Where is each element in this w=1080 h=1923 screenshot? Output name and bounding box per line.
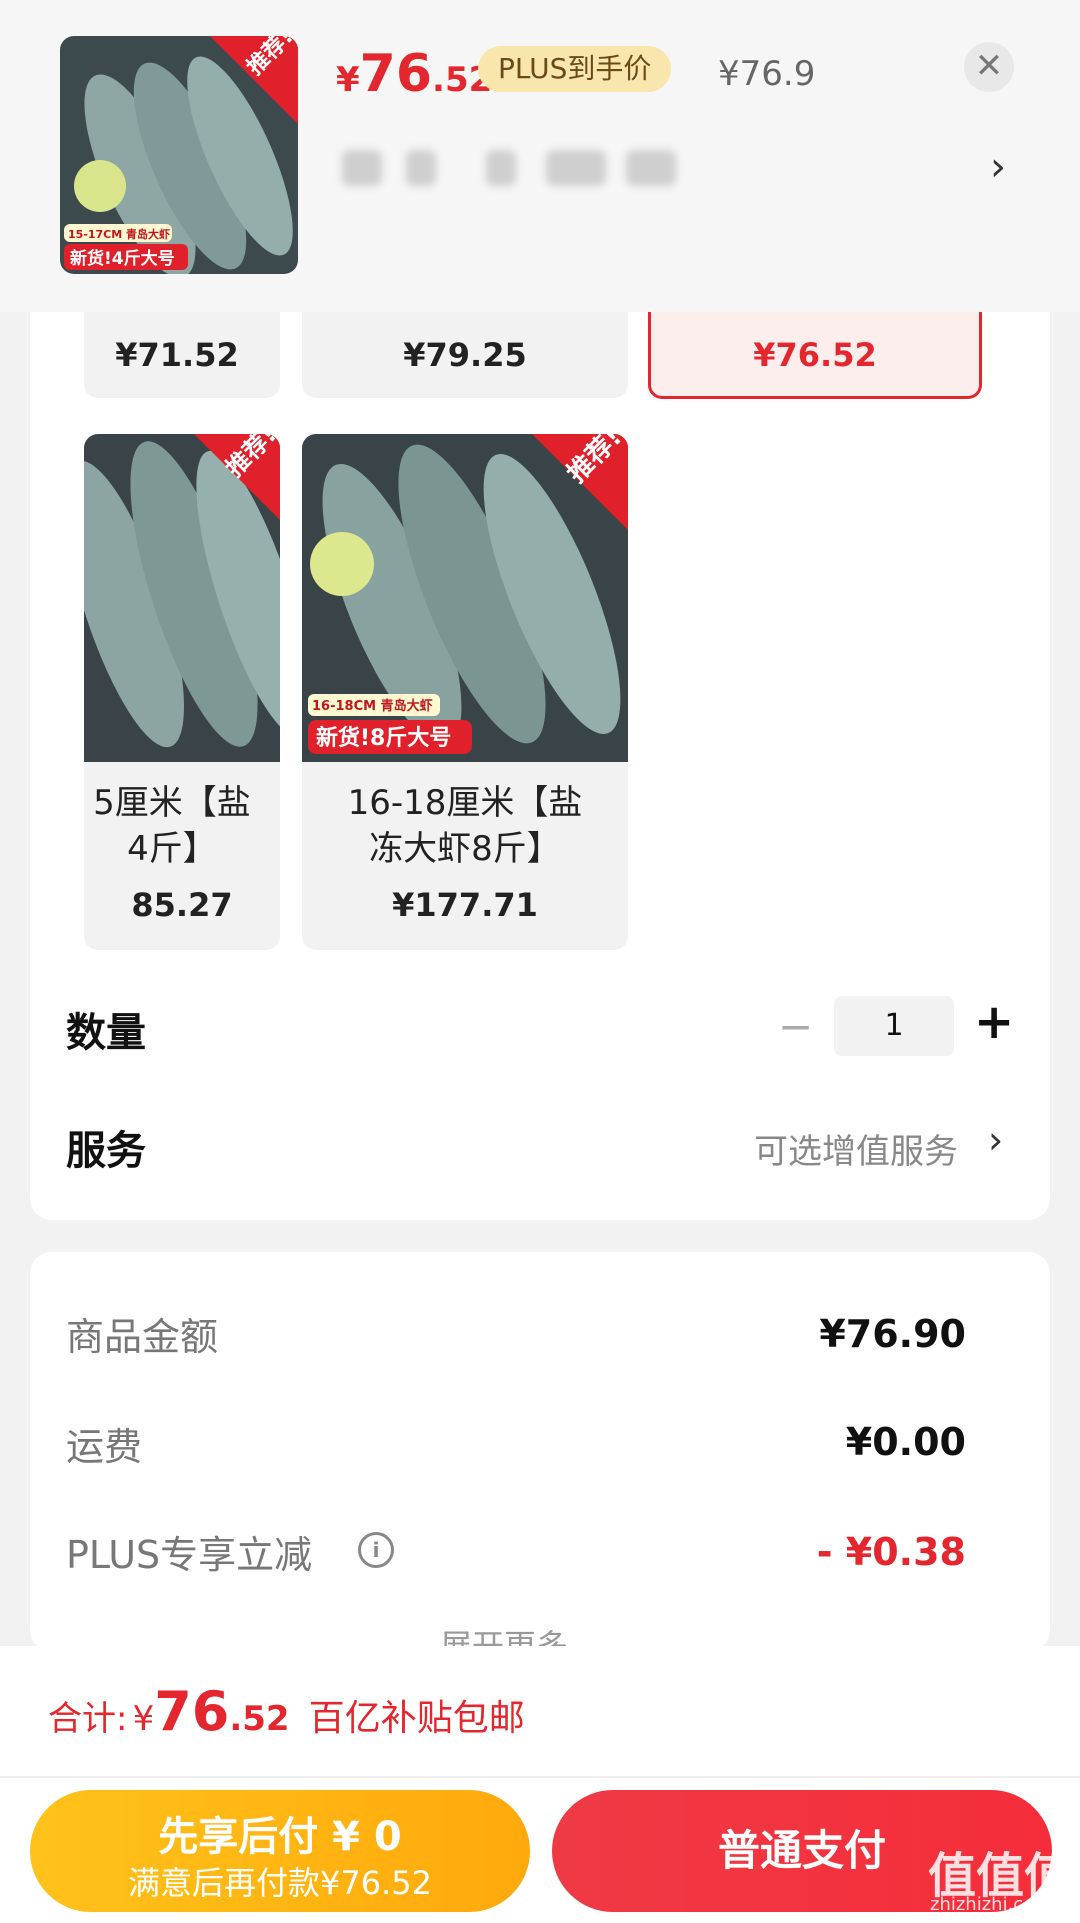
watermark-url: zhizhizhi.com <box>930 1894 1052 1915</box>
service-option[interactable]: 可选增值服务 <box>754 1124 958 1173</box>
product-thumbnail: 推荐! 15-17CM 青岛大虾 新货!4斤大号 <box>60 36 298 274</box>
promo-banner: 新货!8斤大号 <box>316 725 451 751</box>
sku-image: 推荐! <box>84 434 280 762</box>
service-label: 服务 <box>66 1128 146 1174</box>
pay-later-subtitle: 满意后再付款¥76.52 <box>128 1864 432 1902</box>
sku-price: 85.27 <box>131 886 233 924</box>
shipping-label: 运费 <box>66 1425 143 1469</box>
sku-option-selected[interactable]: ¥76.52 <box>648 312 982 399</box>
quantity-label: 数量 <box>66 1010 146 1056</box>
item-amount-label: 商品金额 <box>66 1315 219 1359</box>
quantity-input[interactable]: 1 <box>834 996 954 1056</box>
promo-price: ¥76.52 <box>336 44 493 104</box>
divider <box>0 1776 1080 1778</box>
subsidy-note: 百亿补贴包邮 <box>308 1698 525 1739</box>
product-title-redacted <box>336 140 696 194</box>
sku-card[interactable]: 推荐! 5厘米【盐 4斤】 85.27 <box>84 434 280 950</box>
sku-price: ¥76.52 <box>753 336 877 374</box>
sku-name: 16-18厘米【盐 冻大虾8斤】 <box>347 783 583 869</box>
info-icon[interactable]: i <box>358 1532 394 1568</box>
plus-discount-value: - ¥0.38 <box>816 1530 966 1574</box>
pay-later-title: 先享后付 ¥ 0 <box>158 1814 402 1860</box>
quantity-plus-button[interactable]: + <box>974 994 1014 1050</box>
sku-image: 推荐! 16-18CM 青岛大虾 新货!8斤大号 <box>302 434 628 762</box>
pay-later-button[interactable]: 先享后付 ¥ 0 满意后再付款¥76.52 <box>30 1790 530 1912</box>
sku-option[interactable]: ¥71.52 <box>84 312 280 398</box>
chevron-right-icon[interactable]: › <box>988 1118 1003 1162</box>
item-amount-value: ¥76.90 <box>819 1312 966 1356</box>
shipping-value: ¥0.00 <box>845 1420 966 1464</box>
expand-more[interactable]: 展开更多 <box>440 1626 568 1646</box>
sku-price: ¥79.25 <box>403 336 527 374</box>
plus-price-badge: PLUS到手价 <box>478 46 672 92</box>
original-price: ¥76.9 <box>718 54 816 94</box>
quantity-minus-button[interactable]: − <box>778 1002 813 1051</box>
close-icon[interactable]: ✕ <box>964 42 1014 92</box>
promo-banner: 新货!4斤大号 <box>70 248 175 269</box>
total-price: 合计: ¥76.52 百亿补贴包邮 <box>48 1680 525 1743</box>
size-tag: 16-18CM 青岛大虾 <box>312 698 433 714</box>
sku-option[interactable]: ¥79.25 <box>302 312 628 398</box>
sku-price: ¥71.52 <box>115 336 239 374</box>
sku-price: ¥177.71 <box>392 886 538 924</box>
size-tag: 15-17CM 青岛大虾 <box>68 227 170 241</box>
chevron-right-icon[interactable]: › <box>990 144 1006 190</box>
sku-name: 5厘米【盐 4斤】 <box>93 783 251 869</box>
sku-card[interactable]: 推荐! 16-18CM 青岛大虾 新货!8斤大号 16-18厘米【盐 冻大虾8斤】… <box>302 434 628 950</box>
plus-discount-label: PLUS专享立减 <box>66 1533 313 1577</box>
